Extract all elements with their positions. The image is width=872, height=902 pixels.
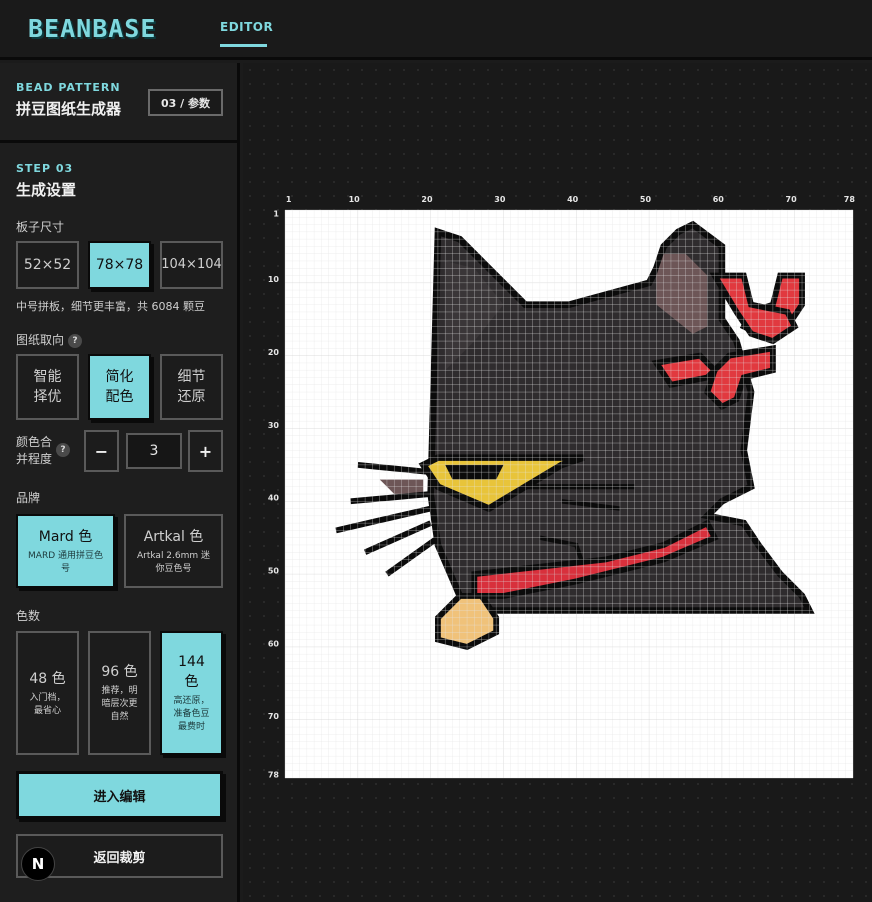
orientation-smart[interactable]: 智能择优 (16, 354, 79, 420)
y-tick-label: 1 (273, 210, 279, 219)
y-tick-label: 40 (268, 494, 280, 503)
colors-label: 色数 (16, 609, 41, 623)
orientation-simplified-label: 简化配色 (105, 369, 134, 405)
colors-96[interactable]: 96 色 推荐，明暗层次更自然 (88, 631, 151, 755)
question-icon[interactable]: ? (68, 333, 83, 348)
x-tick-label: 20 (421, 195, 433, 204)
step-title: 生成设置 (16, 181, 77, 199)
brand-mard[interactable]: Mard 色 MARD 通用拼豆色号 (16, 514, 115, 588)
x-tick-label: 78 (844, 195, 856, 204)
x-tick-label: 1 (286, 195, 292, 204)
board-size-hint: 中号拼板，细节更丰富，共 6084 颗豆 (16, 300, 205, 313)
brand-artkal-desc: Artkal 2.6mm 迷你豆色号 (136, 550, 211, 574)
nav-active-indicator (220, 44, 267, 47)
merge-increment-button[interactable]: + (188, 430, 223, 472)
colors-96-name: 96 色 (101, 664, 138, 680)
board-size-52[interactable]: 52×52 (16, 241, 79, 289)
y-tick-label: 60 (268, 639, 280, 648)
orientation-label-text: 图纸取向 (16, 333, 65, 347)
step-indicator: 03 / 参数 (148, 89, 223, 116)
merge-value-input[interactable]: 3 (126, 433, 182, 469)
board-size-52-label: 52×52 (23, 257, 72, 273)
x-tick-label: 50 (640, 195, 652, 204)
x-axis-ticks: 1 10 20 30 40 50 60 70 78 (286, 195, 856, 204)
brand-mard-name: Mard 色 (38, 528, 93, 545)
merge-label: 颜色合并程度 (16, 435, 53, 466)
x-tick-label: 40 (567, 195, 579, 204)
enter-edit-button[interactable]: 进入编辑 (16, 771, 223, 819)
orientation-simplified[interactable]: 简化配色 (88, 354, 151, 420)
colors-144[interactable]: 144 色 高还原，准备色豆最费时 (160, 631, 223, 755)
colors-96-desc: 推荐，明暗层次更自然 (101, 686, 138, 722)
board-size-104[interactable]: 104×104 (160, 241, 223, 289)
y-tick-label: 20 (268, 348, 280, 357)
nav-tab-editor[interactable]: EDITOR (220, 20, 273, 34)
board-size-78-label: 78×78 (95, 257, 144, 273)
colors-48[interactable]: 48 色 入门档，最省心 (16, 631, 79, 755)
x-tick-label: 30 (494, 195, 506, 204)
y-tick-label: 10 (268, 275, 280, 284)
dev-badge[interactable]: N (21, 847, 55, 881)
panel-title: 拼豆图纸生成器 (16, 100, 122, 118)
brand-artkal[interactable]: Artkal 色 Artkal 2.6mm 迷你豆色号 (124, 514, 223, 588)
colors-144-name: 144 色 (178, 654, 205, 690)
orientation-label: 图纸取向? (16, 331, 83, 348)
y-tick-label: 30 (268, 421, 280, 430)
colors-48-desc: 入门档，最省心 (29, 692, 66, 716)
board-size-label: 板子尺寸 (16, 220, 65, 234)
bead-pattern-grid[interactable]: 1 10 20 30 40 50 60 70 78 1 10 20 30 40 50 60 70 78 (265, 190, 865, 790)
settings-sidebar: BEAD PATTERN 拼豆图纸生成器 03 / 参数 STEP 03 生成设… (0, 63, 240, 902)
step-eyebrow: STEP 03 (16, 162, 74, 175)
orientation-detail[interactable]: 细节还原 (160, 354, 223, 420)
colors-144-desc: 高还原，准备色豆最费时 (173, 696, 210, 732)
panel-eyebrow: BEAD PATTERN (16, 81, 121, 94)
y-tick-label: 70 (268, 712, 280, 721)
orientation-detail-label: 细节还原 (177, 369, 206, 405)
x-tick-label: 60 (713, 195, 725, 204)
app-logo[interactable]: BEANBASE (28, 14, 156, 43)
merge-decrement-button[interactable]: − (84, 430, 119, 472)
y-tick-label: 50 (268, 566, 280, 575)
x-tick-label: 10 (349, 195, 361, 204)
y-tick-label: 78 (268, 770, 280, 779)
question-icon[interactable]: ? (56, 443, 70, 457)
x-tick-label: 70 (786, 195, 798, 204)
colors-48-name: 48 色 (29, 670, 66, 687)
brand-label: 品牌 (16, 491, 41, 505)
brand-mard-desc: MARD 通用拼豆色号 (28, 550, 103, 574)
panel-header: BEAD PATTERN 拼豆图纸生成器 03 / 参数 (0, 63, 240, 143)
board-size-104-label: 104×104 (161, 257, 222, 272)
brand-artkal-name: Artkal 色 (143, 528, 204, 545)
orientation-smart-label: 智能择优 (33, 369, 62, 405)
y-axis-ticks: 1 10 20 30 40 50 60 70 78 (268, 210, 280, 780)
board-size-78[interactable]: 78×78 (88, 241, 151, 289)
top-bar: BEANBASE EDITOR (0, 0, 872, 60)
